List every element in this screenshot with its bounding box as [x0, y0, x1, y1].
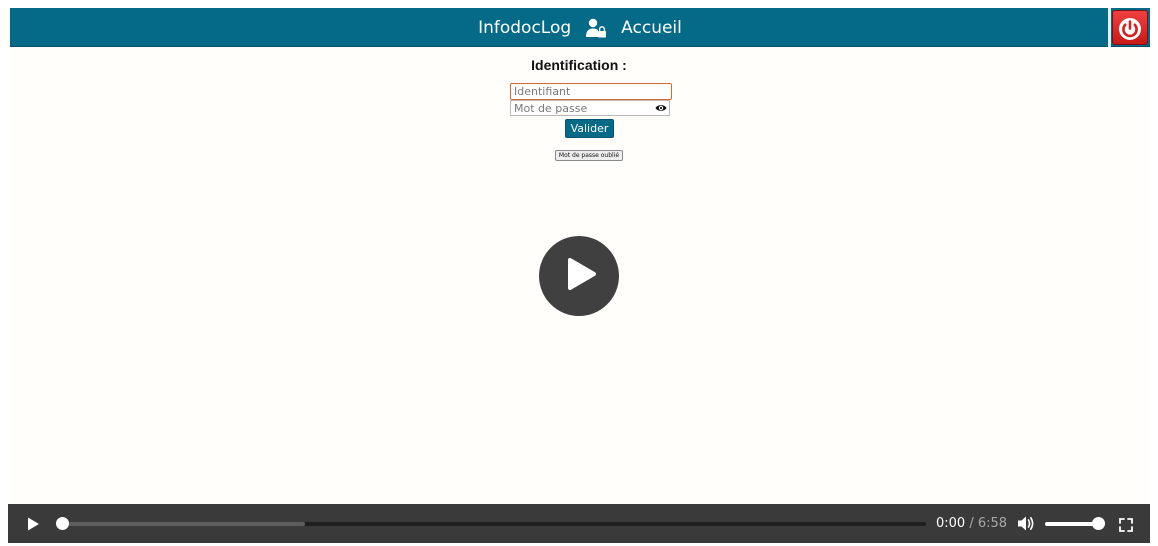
- home-link[interactable]: Accueil: [621, 18, 682, 38]
- username-input[interactable]: [510, 83, 672, 100]
- progress-bar[interactable]: [63, 522, 926, 526]
- duration: 6:58: [977, 516, 1008, 531]
- play-icon: [561, 257, 597, 295]
- play-icon[interactable]: [25, 516, 41, 532]
- password-field: [510, 100, 670, 116]
- fullscreen-icon[interactable]: [1119, 517, 1133, 532]
- video-controls: 0:00 / 6:58: [8, 504, 1150, 543]
- volume-thumb[interactable]: [1092, 517, 1105, 530]
- forgot-password-button[interactable]: Mot de passe oublié: [555, 150, 623, 161]
- password-input[interactable]: [511, 101, 657, 115]
- header-title-group: InfodocLog Accueil: [10, 8, 1150, 47]
- submit-button[interactable]: Valider: [565, 119, 614, 138]
- app-name: InfodocLog: [478, 17, 572, 38]
- buffered-range: [63, 522, 305, 526]
- volume-icon[interactable]: [1017, 515, 1035, 532]
- header-divider: [1108, 8, 1111, 47]
- big-play-button[interactable]: [539, 236, 619, 316]
- main-content: Identification : Valider Mot de passe ou…: [8, 48, 1150, 504]
- user-lock-icon: [585, 17, 607, 39]
- time-separator: /: [969, 516, 974, 531]
- login-title: Identification :: [531, 57, 627, 73]
- time-display: 0:00 / 6:58: [936, 516, 1007, 531]
- power-icon: [1117, 15, 1143, 41]
- current-time: 0:00: [936, 516, 966, 531]
- logout-button[interactable]: [1112, 10, 1148, 45]
- top-bar: InfodocLog Accueil: [10, 8, 1150, 47]
- progress-thumb[interactable]: [56, 517, 69, 530]
